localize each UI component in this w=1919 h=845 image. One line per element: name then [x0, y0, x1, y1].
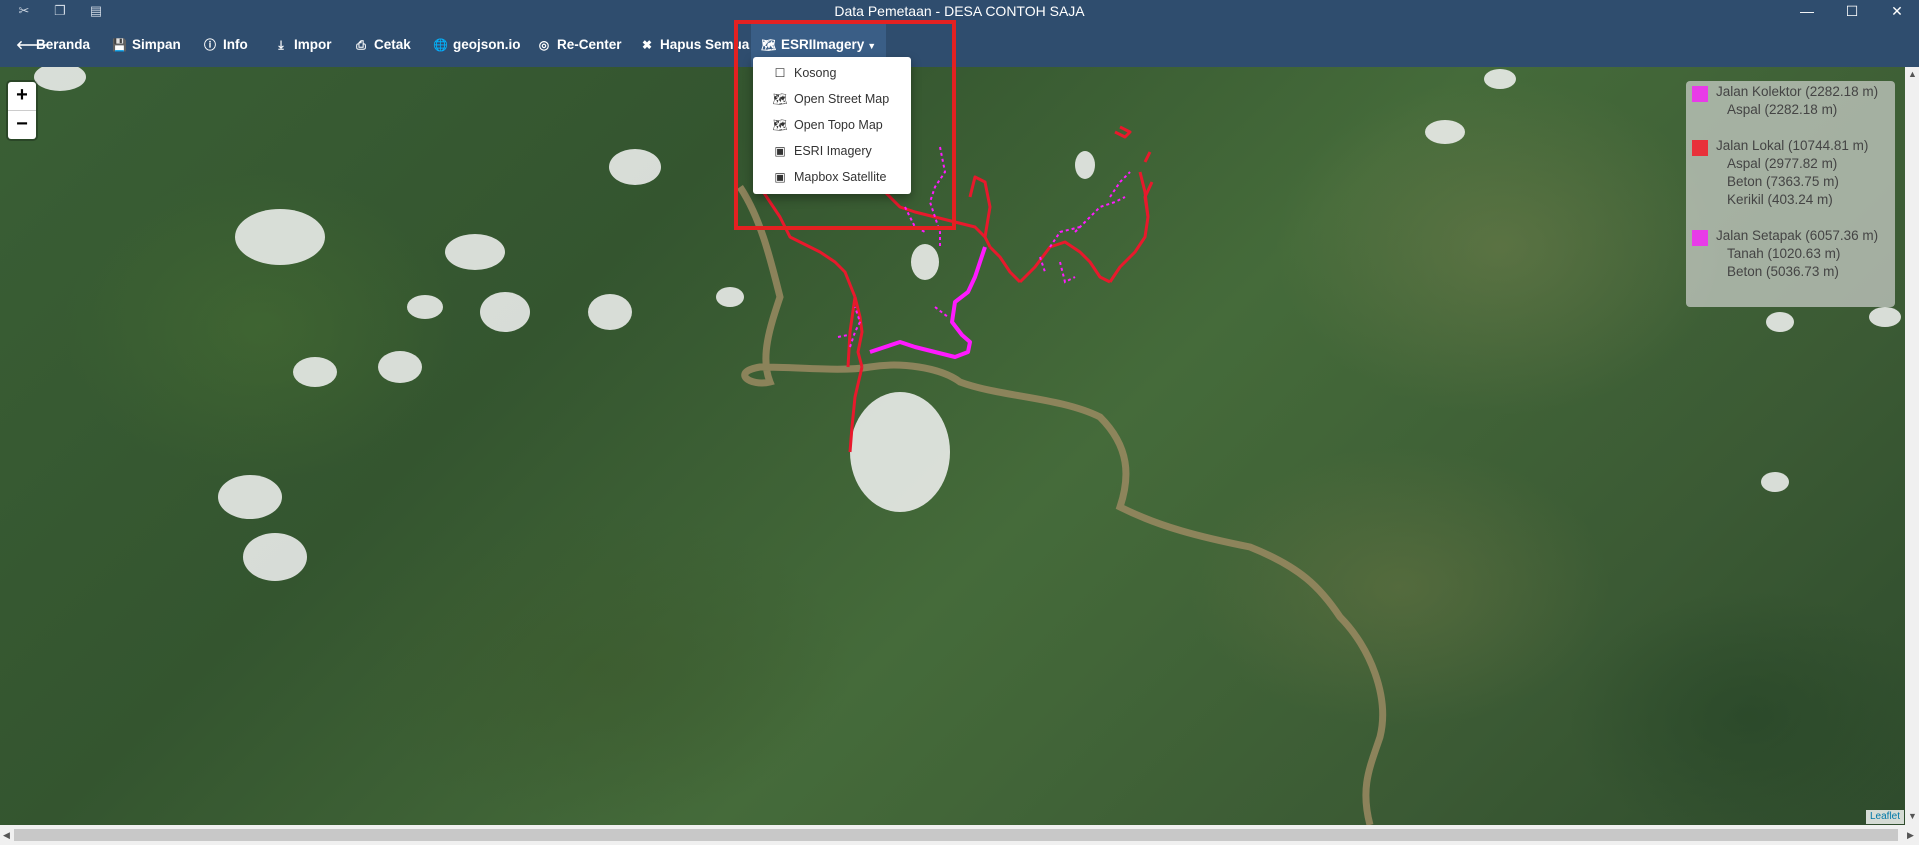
globe-icon: 🌐	[433, 38, 448, 52]
zoom-control: + −	[8, 82, 36, 139]
legend-swatch	[1692, 140, 1708, 156]
legend-swatch	[1692, 86, 1708, 102]
scroll-down-icon[interactable]: ▼	[1908, 811, 1917, 821]
nav-label: Beranda	[36, 37, 91, 52]
legend-sub-label: Kerikil (403.24 m)	[1727, 192, 1833, 207]
option-label: Open Topo Map	[794, 118, 883, 132]
legend-sub-label: Aspal (2282.18 m)	[1727, 102, 1838, 117]
image-icon: ▣	[774, 170, 786, 184]
option-label: ESRI Imagery	[794, 144, 872, 158]
option-label: Open Street Map	[794, 92, 890, 106]
map-icon: 🗺	[772, 92, 788, 106]
basemap-option-mapbox[interactable]: ▣ Mapbox Satellite	[753, 166, 911, 188]
scroll-up-icon[interactable]: ▲	[1908, 69, 1917, 79]
times-icon: ✖	[641, 38, 653, 52]
minimize-icon[interactable]: —	[1785, 0, 1829, 22]
map-legend: Jalan Kolektor (2282.18 m) Aspal (2282.1…	[1686, 81, 1895, 307]
nav-beranda-button[interactable]: 🡐Beranda	[16, 22, 90, 67]
target-icon: ◎	[538, 38, 550, 52]
legend-label: Jalan Lokal (10744.81 m)	[1716, 138, 1869, 153]
legend-sub-label: Beton (7363.75 m)	[1727, 174, 1839, 189]
legend-sub-label: Tanah (1020.63 m)	[1727, 246, 1841, 261]
option-label: Kosong	[794, 66, 837, 80]
nav-label: Hapus Semua	[660, 37, 750, 52]
nav-info-button[interactable]: ⓘ Info	[203, 22, 248, 67]
close-icon[interactable]: ✕	[1875, 0, 1919, 22]
scroll-left-icon[interactable]: ◀	[3, 830, 10, 841]
basemap-option-esri[interactable]: ▣ ESRI Imagery	[753, 140, 911, 162]
zoom-in-button[interactable]: +	[8, 82, 36, 110]
basemap-option-osm[interactable]: 🗺 Open Street Map	[753, 88, 911, 110]
nav-label: Impor	[294, 37, 332, 52]
window-title-bar: ✂ ❐ ▤ Data Pemetaan - DESA CONTOH SAJA —…	[0, 0, 1919, 22]
nav-label: geojson.io	[453, 37, 521, 52]
legend-label: Jalan Setapak (6057.36 m)	[1716, 228, 1879, 243]
option-label: Mapbox Satellite	[794, 170, 887, 184]
print-icon: ⎙	[356, 38, 366, 52]
basemap-dropdown-menu: ☐ Kosong 🗺 Open Street Map 🗺 Open Topo Map …	[753, 57, 911, 194]
nav-impor-button[interactable]: ⤓ Impor	[274, 22, 332, 67]
legend-label: Jalan Kolektor (2282.18 m)	[1716, 84, 1879, 99]
horizontal-scrollbar[interactable]: ◀ ▶	[0, 825, 1919, 845]
nav-hapus-semua-button[interactable]: ✖ Hapus Semua	[640, 22, 749, 67]
info-icon: ⓘ	[203, 38, 216, 52]
download-icon: ⤓	[278, 38, 284, 52]
legend-sub-label: Aspal (2977.82 m)	[1727, 156, 1838, 171]
nav-label: Re-Center	[557, 37, 622, 52]
map-canvas[interactable]: + − Jalan Kolektor (2282.18 m) Aspal (22…	[0, 67, 1919, 825]
basemap-option-topo[interactable]: 🗺 Open Topo Map	[753, 114, 911, 136]
horizontal-scroll-thumb[interactable]	[14, 829, 1898, 841]
nav-label: Cetak	[374, 37, 411, 52]
nav-label: Simpan	[132, 37, 181, 52]
main-navbar: 🡐Beranda 💾 Simpan ⓘ Info ⤓ Impor ⎙ Cetak 🌐 ge…	[0, 22, 1919, 67]
nav-recenter-button[interactable]: ◎ Re-Center	[537, 22, 622, 67]
square-icon: ☐	[774, 66, 786, 80]
leaflet-attribution-link[interactable]: Leaflet	[1866, 810, 1905, 824]
nav-simpan-button[interactable]: 💾 Simpan	[112, 22, 181, 67]
zoom-out-button[interactable]: −	[8, 110, 36, 139]
map-icon: 🗺	[772, 118, 788, 132]
arrow-left-icon: 🡐	[16, 38, 49, 52]
legend-swatch	[1692, 230, 1708, 246]
nav-label: Info	[223, 37, 248, 52]
window-title: Data Pemetaan - DESA CONTOH SAJA	[834, 3, 1085, 19]
vertical-scrollbar[interactable]: ▲ ▼	[1905, 67, 1919, 825]
maximize-icon[interactable]: ☐	[1830, 0, 1874, 22]
map-overlay	[34, 67, 1901, 825]
image-icon: ▣	[774, 144, 786, 158]
basemap-label: ESRIImagery	[781, 37, 865, 52]
basemap-option-kosong[interactable]: ☐ Kosong	[753, 62, 911, 84]
legend-sub-label: Beton (5036.73 m)	[1727, 264, 1839, 279]
save-icon: 💾	[112, 38, 127, 52]
nav-geojson-button[interactable]: 🌐 geojson.io	[433, 22, 521, 67]
river-path	[737, 185, 1387, 825]
scroll-right-icon[interactable]: ▶	[1907, 830, 1914, 841]
cloud-layer	[34, 67, 1901, 581]
nav-cetak-button[interactable]: ⎙ Cetak	[354, 22, 411, 67]
